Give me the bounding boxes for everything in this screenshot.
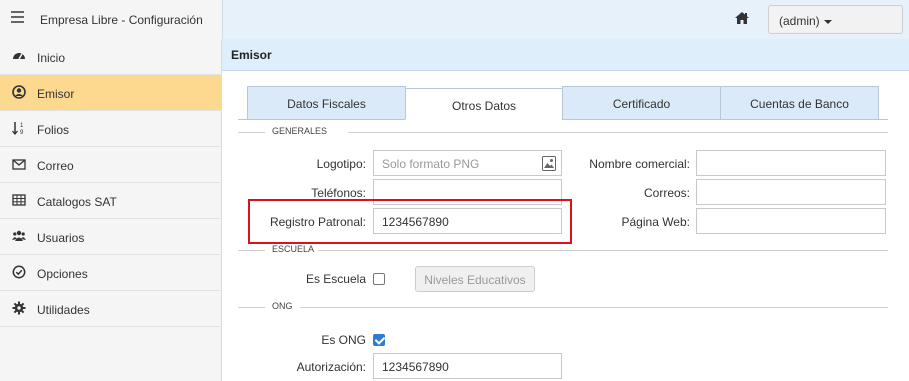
svg-text:9: 9 — [20, 130, 24, 135]
autorizacion-label: Autorización: — [296, 360, 366, 374]
correos-field[interactable] — [696, 179, 886, 205]
sidebar-item-label: Emisor — [37, 87, 75, 101]
autorizacion-value: 1234567890 — [382, 360, 449, 374]
sidebar-item-label: Catalogos SAT — [37, 195, 117, 209]
sidebar-item-label: Usuarios — [37, 231, 85, 245]
user-label: (admin) — [779, 14, 820, 28]
niveles-educativos-button[interactable]: Niveles Educativos — [415, 266, 535, 292]
hamburger-icon[interactable] — [11, 11, 24, 23]
nombre-comercial-field[interactable] — [696, 150, 886, 176]
svg-text:1: 1 — [20, 123, 24, 129]
section-divider — [300, 307, 888, 308]
brand-area: Empresa Libre - Configuración — [0, 0, 222, 39]
sidebar-item-emisor[interactable]: Emisor — [0, 75, 222, 111]
section-divider — [238, 307, 265, 308]
section-divider — [318, 250, 888, 251]
user-menu-button[interactable]: (admin) — [768, 5, 903, 34]
image-icon[interactable] — [542, 156, 556, 171]
sidebar-item-utilidades[interactable]: Utilidades — [0, 291, 222, 327]
section-divider — [238, 250, 265, 251]
sidebar-item-catalogos-sat[interactable]: Catalogos SAT — [0, 183, 222, 219]
app-title: Empresa Libre - Configuración — [40, 13, 203, 27]
section-divider — [348, 132, 888, 133]
section-title: ONG — [272, 301, 293, 311]
sidebar-item-usuarios[interactable]: Usuarios — [0, 219, 222, 255]
tab-cuentas-de-banco[interactable]: Cuentas de Banco — [720, 86, 879, 120]
niveles-educativos-label: Niveles Educativos — [424, 273, 526, 287]
es-ong-label: Es ONG — [321, 333, 366, 347]
check-circle-icon — [12, 265, 26, 279]
es-escuela-label: Es Escuela — [305, 272, 366, 286]
logotipo-label: Logotipo: — [316, 157, 366, 171]
sidebar-item-label: Inicio — [37, 51, 66, 65]
highlight-box — [248, 199, 572, 244]
logotipo-field[interactable]: Solo formato PNG — [373, 150, 562, 176]
dashboard-icon — [13, 53, 25, 60]
envelope-icon — [12, 159, 26, 170]
sidebar-item-label: Folios — [37, 123, 70, 137]
sidebar-item-folios[interactable]: 19 Folios — [0, 111, 222, 147]
correos-label: Correos: — [643, 186, 690, 200]
sort-numeric-icon: 19 — [12, 122, 24, 135]
es-escuela-checkbox[interactable] — [373, 273, 385, 285]
panel-title: Emisor — [231, 48, 272, 62]
cog-icon — [12, 301, 26, 315]
section-divider — [238, 132, 265, 133]
sidebar-item-label: Opciones — [37, 267, 88, 281]
tab-label: Otros Datos — [451, 99, 517, 113]
sidebar-item-inicio[interactable]: Inicio — [0, 39, 222, 75]
top-bar: Empresa Libre - Configuración (admin) — [0, 0, 909, 39]
nombre-comercial-label: Nombre comercial: — [589, 157, 690, 171]
sidebar-item-label: Correo — [37, 159, 74, 173]
pagina-web-label: Página Web: — [621, 215, 691, 229]
tab-bar: Datos Fiscales Otros Datos Certificado C… — [247, 86, 879, 120]
section-generales: GENERALES — [238, 126, 888, 138]
home-icon[interactable] — [734, 10, 750, 26]
tab-label: Cuentas de Banco — [750, 97, 849, 111]
panel-header: Emisor — [222, 39, 909, 71]
tab-label: Datos Fiscales — [287, 97, 366, 111]
users-icon — [12, 230, 26, 241]
sidebar: Inicio Emisor 19 Folios Correo Catalogos… — [0, 39, 222, 381]
sidebar-item-opciones[interactable]: Opciones — [0, 255, 222, 291]
section-title: GENERALES — [272, 126, 328, 136]
tab-datos-fiscales[interactable]: Datos Fiscales — [247, 86, 406, 120]
section-escuela: ESCUELA — [238, 244, 888, 256]
table-icon — [12, 194, 26, 206]
section-ong: ONG — [238, 301, 888, 313]
sidebar-item-correo[interactable]: Correo — [0, 147, 222, 183]
telefonos-label: Teléfonos: — [311, 186, 366, 200]
tab-certificado[interactable]: Certificado — [562, 86, 721, 120]
es-ong-checkbox[interactable] — [373, 334, 385, 346]
caret-down-icon — [823, 19, 832, 24]
section-title: ESCUELA — [272, 244, 315, 254]
autorizacion-field[interactable]: 1234567890 — [373, 353, 562, 379]
tab-otros-datos[interactable]: Otros Datos — [405, 88, 563, 120]
logotipo-placeholder: Solo formato PNG — [382, 157, 480, 171]
tab-label: Certificado — [612, 97, 671, 111]
pagina-web-field[interactable] — [696, 208, 886, 234]
sidebar-item-label: Utilidades — [37, 303, 90, 317]
user-circle-icon — [12, 85, 26, 99]
